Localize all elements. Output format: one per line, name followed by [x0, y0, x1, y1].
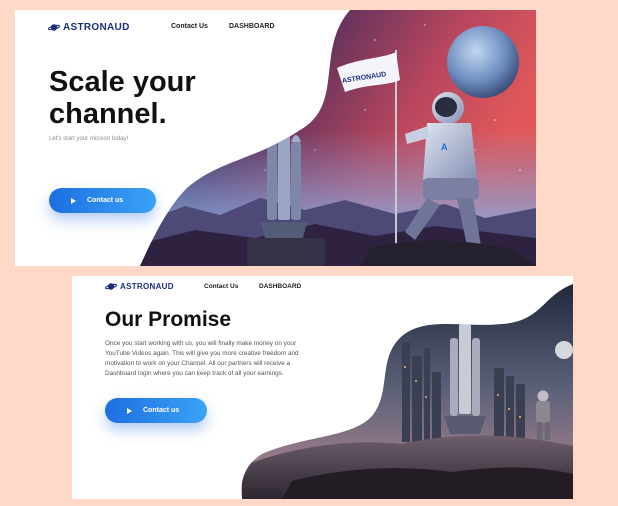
hero-panel: ASTRONAUD A ASTRONAUD Contact Us DASHBOA…: [15, 10, 536, 266]
nav-contact-us[interactable]: Contact Us: [171, 23, 208, 30]
play-icon: [127, 407, 132, 414]
hero-tagline: Let's start your mission today!: [49, 136, 129, 142]
brand-logo-2[interactable]: ASTRONAUD: [105, 282, 174, 291]
nav-dashboard[interactable]: DASHBOARD: [229, 23, 275, 30]
promise-panel: ASTRONAUD Contact Us DASHBOARD Our Promi…: [72, 276, 573, 499]
promise-body-text: Once you start working with us, you will…: [105, 340, 299, 377]
suit-letter-text: A: [441, 142, 448, 152]
hero-contact-button-label: Contact us: [87, 197, 124, 204]
headline-line-1: Scale your: [49, 66, 196, 98]
promise-headline: Our Promise: [105, 308, 232, 331]
promise-contact-button[interactable]: Contact us: [105, 398, 207, 423]
planet-logo-icon: [105, 283, 117, 290]
hero-contact-button[interactable]: Contact us: [49, 188, 156, 213]
promise-contact-button-label: Contact us: [143, 407, 180, 414]
nav-contact-us[interactable]: Contact Us: [204, 283, 238, 290]
brand-name: ASTRONAUD: [120, 282, 174, 291]
nav-dashboard[interactable]: DASHBOARD: [259, 283, 301, 290]
planet-logo-icon: [48, 24, 60, 31]
headline-line-2: channel.: [49, 98, 167, 131]
brand-name: ASTRONAUD: [63, 22, 130, 33]
play-icon: [71, 197, 76, 204]
brand-logo[interactable]: ASTRONAUD: [48, 22, 130, 33]
hero-headline: Scale your channel.: [49, 66, 196, 131]
